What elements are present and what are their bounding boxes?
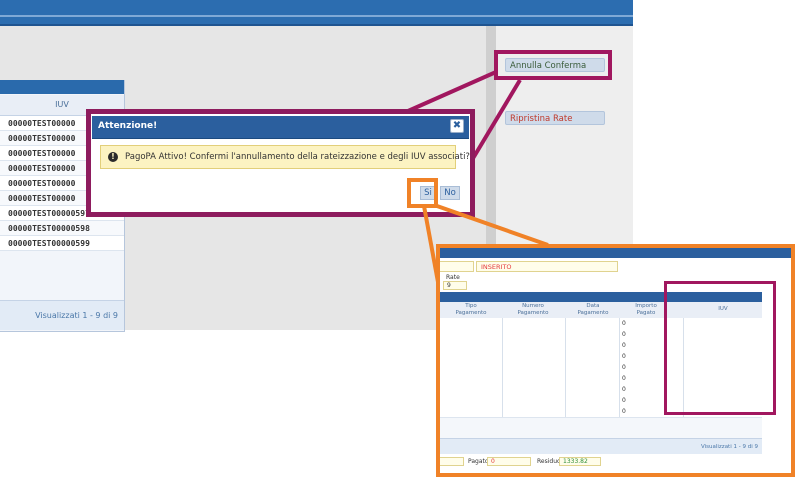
importo-cell: 0 xyxy=(622,408,626,415)
warning-icon: ! xyxy=(108,152,118,162)
app-header-bar xyxy=(0,0,633,26)
pagato-label: Pagato xyxy=(468,458,489,465)
importo-cell: 0 xyxy=(622,320,626,327)
importo-cell: 0 xyxy=(622,331,626,338)
zoom-rate-label: Rate xyxy=(446,274,460,281)
importo-cell: 0 xyxy=(622,375,626,382)
annulla-highlight-frame xyxy=(494,50,612,80)
dialog-title: Attenzione! xyxy=(98,121,158,131)
zoom-bottom-field-left[interactable] xyxy=(440,457,464,466)
col-numero-pagamento[interactable]: Numero Pagamento xyxy=(508,303,558,316)
importo-cell: 0 xyxy=(622,353,626,360)
importo-cell: 0 xyxy=(622,342,626,349)
close-icon[interactable]: ✖ xyxy=(450,119,464,133)
zoom-rate-field[interactable]: 9 xyxy=(443,281,467,290)
grid-divider xyxy=(565,318,566,417)
col-importo-pagato[interactable]: Importo Pagato xyxy=(626,303,666,316)
header-stripe xyxy=(0,15,633,17)
dialog-warning-message: PagoPA Attivo! Confermi l'annullamento d… xyxy=(100,145,470,169)
zoom-header-bar xyxy=(440,248,791,258)
importo-cell: 0 xyxy=(622,397,626,404)
table-row[interactable]: 00000TEST00000599 xyxy=(0,236,124,251)
grid-divider xyxy=(502,318,503,417)
col-data-pagamento[interactable]: Data Pagamento xyxy=(570,303,616,316)
iuv-column-highlight-frame xyxy=(664,281,776,415)
importo-cell: 0 xyxy=(622,364,626,371)
zoom-grid-footer-count: Visualizzati 1 - 9 di 9 xyxy=(440,438,762,454)
grid-divider xyxy=(619,318,620,417)
si-highlight-frame xyxy=(407,178,438,208)
col-tipo-pagamento[interactable]: Tipo Pagamento xyxy=(448,303,494,316)
grid-title-bar xyxy=(0,80,124,94)
zoom-field-left[interactable] xyxy=(440,261,474,272)
residuo-label: Residuo xyxy=(537,458,561,465)
pagato-field[interactable]: 0 xyxy=(487,457,531,466)
residuo-field[interactable]: 1333.82 xyxy=(559,457,601,466)
no-button[interactable]: No xyxy=(440,186,460,200)
ripristina-rate-button[interactable]: Ripristina Rate xyxy=(505,111,605,125)
table-row[interactable]: 00000TEST00000598 xyxy=(0,221,124,236)
grid-footer-count: Visualizzati 1 - 9 di 9 xyxy=(0,300,124,330)
importo-cell: 0 xyxy=(622,386,626,393)
zoom-stato-field[interactable]: INSERITO xyxy=(476,261,618,272)
